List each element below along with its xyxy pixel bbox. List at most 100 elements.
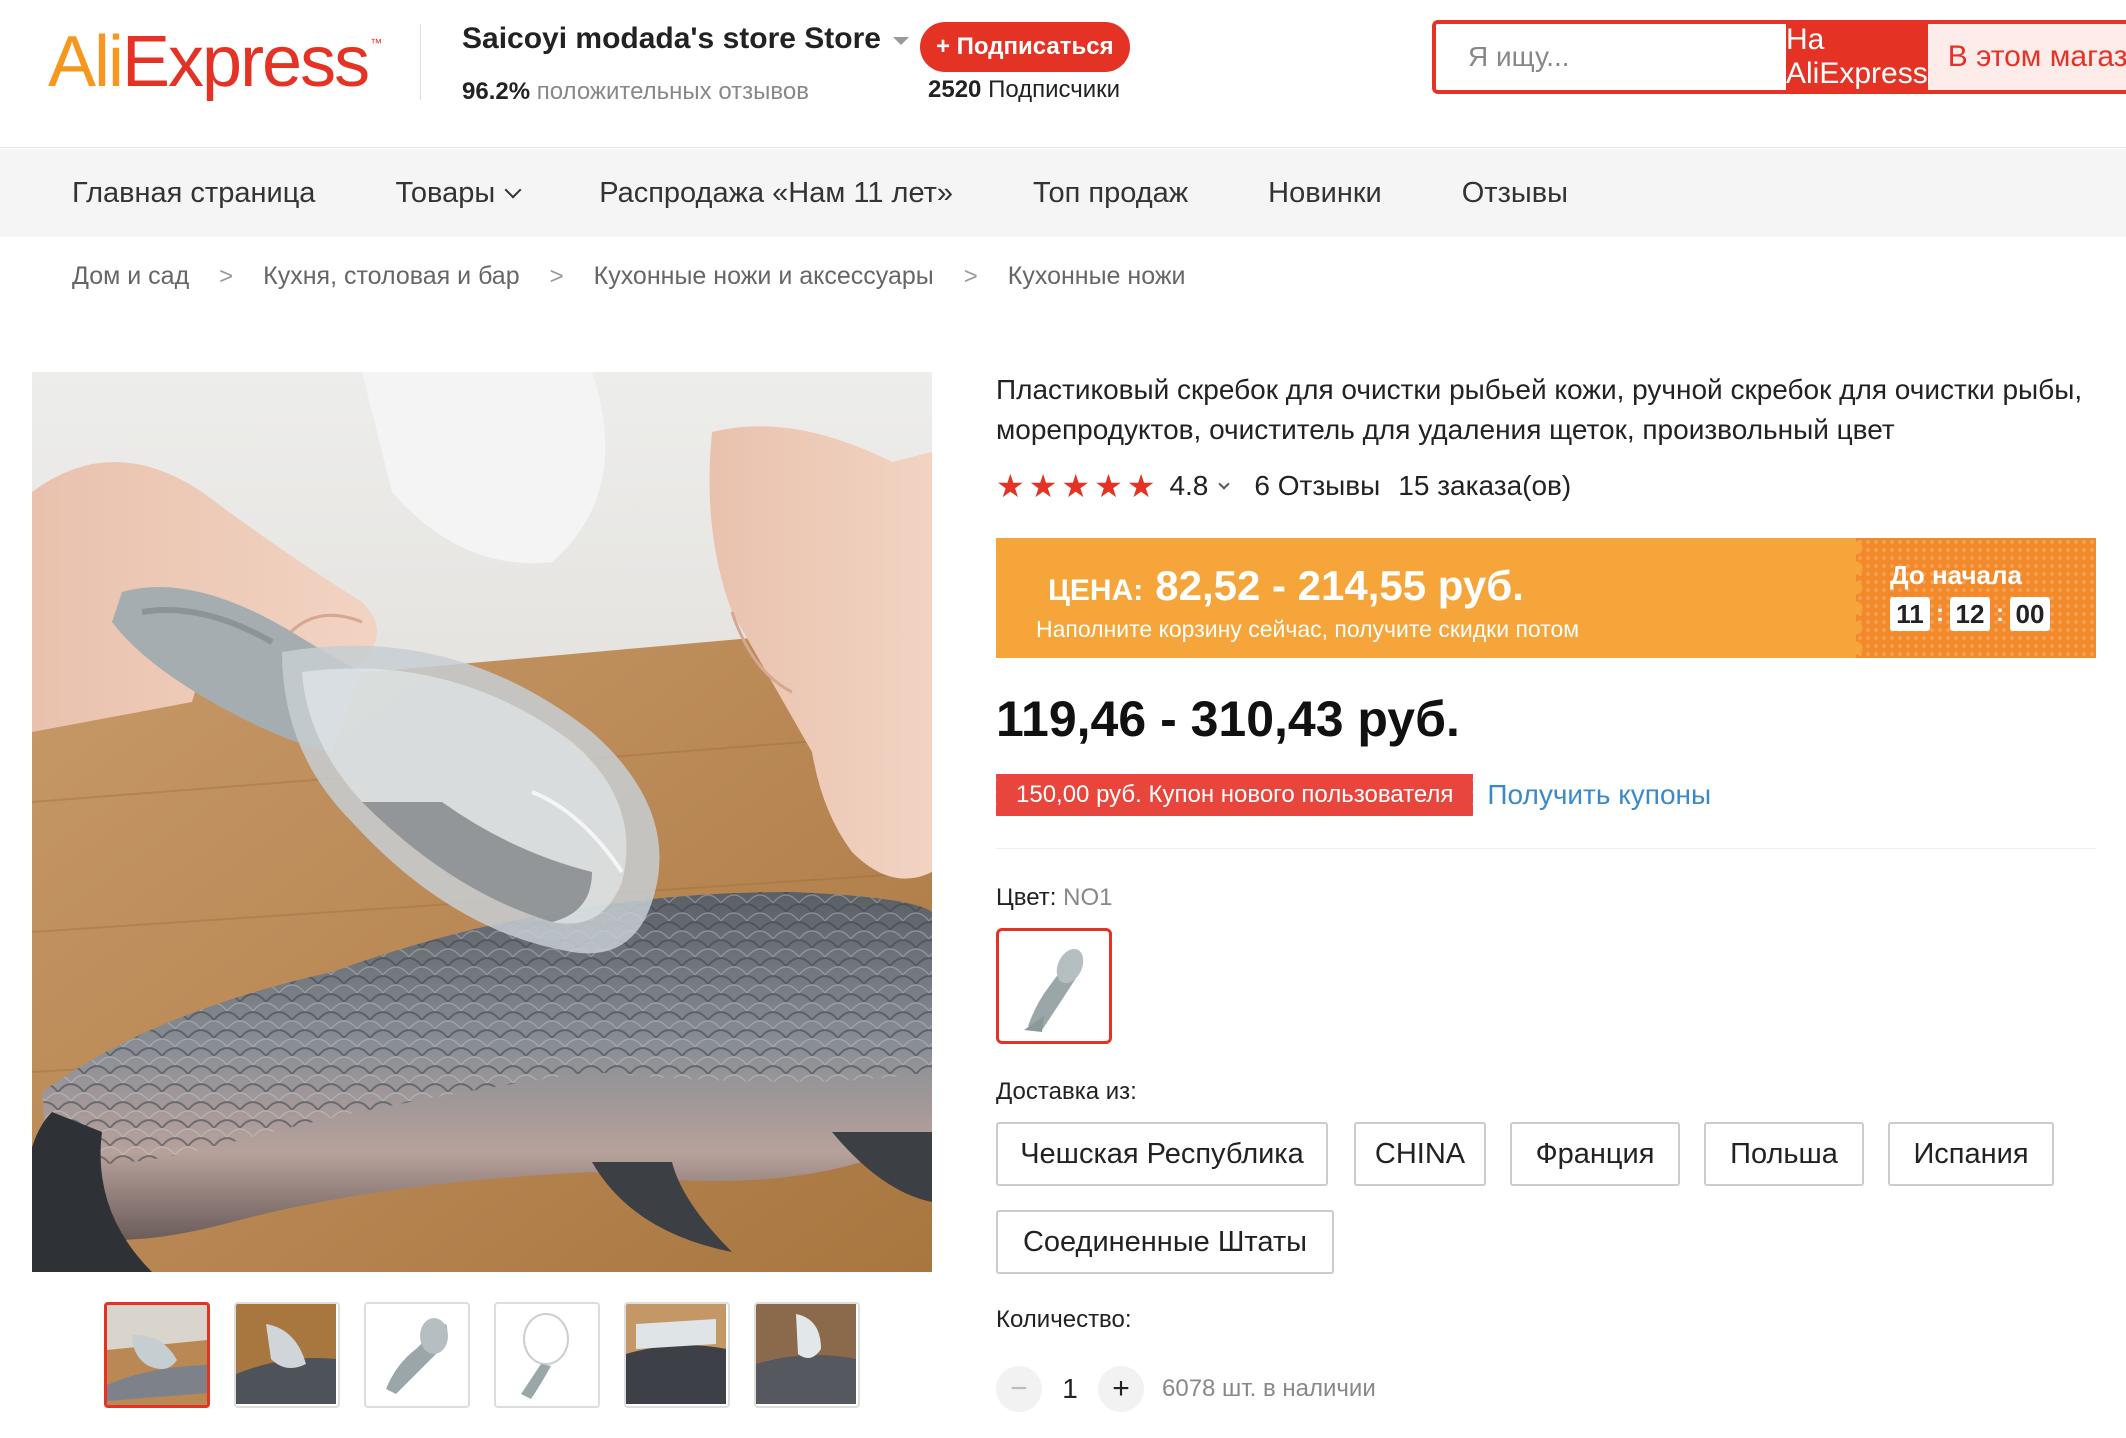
subscribers-label: Подписчики xyxy=(988,76,1121,103)
search-store-button[interactable]: В этом магазине xyxy=(1927,24,2126,90)
subscribers-number: 2520 xyxy=(928,76,982,103)
store-rating-value: 96.2% xyxy=(462,78,531,105)
header-divider xyxy=(420,24,421,100)
countdown-label: До начала xyxy=(1890,560,2022,590)
nav-products-label: Товары xyxy=(395,176,496,209)
chevron-right-icon: > xyxy=(963,262,978,290)
countdown-seconds: 00 xyxy=(2010,597,2050,631)
promo-subtitle: Наполните корзину сейчас, получите скидк… xyxy=(1036,616,1580,642)
breadcrumb-item[interactable]: Кухня, столовая и бар xyxy=(263,262,519,291)
thumbnail-1[interactable] xyxy=(104,1302,210,1408)
logo-ali: Ali xyxy=(48,22,124,102)
ship-option-france[interactable]: Франция xyxy=(1510,1122,1680,1186)
thumbnail-image xyxy=(107,1305,207,1405)
nav-top-sales[interactable]: Топ продаж xyxy=(1033,177,1188,210)
nav-home-label: Главная страница xyxy=(72,176,316,209)
ship-option-china[interactable]: CHINA xyxy=(1354,1122,1486,1186)
color-label: Цвет: xyxy=(996,884,1057,911)
quantity-increase-button[interactable]: + xyxy=(1098,1366,1144,1412)
aliexpress-logo[interactable]: AliExpress ™ xyxy=(48,22,382,102)
ship-option-czech[interactable]: Чешская Республика xyxy=(996,1122,1328,1186)
thumbnail-3[interactable] xyxy=(364,1302,470,1408)
nav-new[interactable]: Новинки xyxy=(1268,177,1382,210)
color-label-row: Цвет: NO1 xyxy=(996,884,1112,912)
rating-stars[interactable]: ★ ★ ★ ★ ★ xyxy=(996,470,1155,502)
chevron-right-icon: > xyxy=(219,262,234,290)
nav-products[interactable]: Товары xyxy=(395,176,522,210)
nav-new-label: Новинки xyxy=(1268,176,1382,209)
stock-available: 6078 шт. в наличии xyxy=(1162,1375,1376,1402)
promo-banner: ЦЕНА: 82,52 - 214,55 руб. Наполните корз… xyxy=(996,538,2096,658)
section-divider xyxy=(996,848,2096,849)
product-title: Пластиковый скребок для очистки рыбьей к… xyxy=(996,374,2083,445)
star-icon: ★ xyxy=(1126,468,1156,504)
thumbnail-4[interactable] xyxy=(494,1302,600,1408)
orders-count: 15 заказа(ов) xyxy=(1398,470,1572,501)
quantity-value[interactable]: 1 xyxy=(1042,1373,1098,1405)
thumbnail-image xyxy=(366,1304,466,1404)
promo-countdown: До начала 11 : 12 : 00 xyxy=(1856,538,2096,658)
subscribe-button[interactable]: + Подписаться xyxy=(920,22,1130,72)
logo-trademark: ™ xyxy=(370,36,383,50)
quantity-stepper: − 1 + 6078 шт. в наличии xyxy=(996,1366,1376,1412)
subscribers-count: 2520 Подписчики xyxy=(928,76,1120,104)
promo-price-block: ЦЕНА: 82,52 - 214,55 руб. Наполните корз… xyxy=(996,538,1856,658)
nav-sale[interactable]: Распродажа «Нам 11 лет» xyxy=(599,177,953,210)
countdown-separator: : xyxy=(1996,600,2004,627)
breadcrumb-item[interactable]: Кухонные ножи xyxy=(1008,262,1186,291)
breadcrumb-item[interactable]: Дом и сад xyxy=(72,262,189,291)
new-user-coupon[interactable]: 150,00 руб. Купон нового пользователя xyxy=(992,774,1477,816)
quantity-label: Количество: xyxy=(996,1306,1132,1333)
thumbnail-image xyxy=(756,1304,856,1404)
store-rating-label: положительных отзывов xyxy=(536,78,809,105)
thumbnail-strip xyxy=(104,1302,860,1408)
rating-value[interactable]: 4.8 xyxy=(1169,470,1208,502)
star-icon: ★ xyxy=(996,468,1025,504)
countdown-minutes: 12 xyxy=(1950,597,1990,631)
countdown-hours: 11 xyxy=(1890,597,1930,631)
header: AliExpress ™ Saicoyi modada's store Stor… xyxy=(0,0,2126,148)
search-box: На AliExpress В этом магазине xyxy=(1432,20,2126,94)
breadcrumb-item[interactable]: Кухонные ножи и аксессуары xyxy=(594,262,934,291)
caret-down-icon xyxy=(892,37,909,45)
chevron-right-icon: > xyxy=(549,262,564,290)
countdown-timer: 11 : 12 : 00 xyxy=(1890,597,2096,631)
store-name-text: Saicoyi modada's store Store xyxy=(462,22,881,55)
product-main-image[interactable] xyxy=(32,372,932,1272)
store-nav: Главная страница Товары Распродажа «Нам … xyxy=(0,149,2126,237)
get-coupons-link[interactable]: Получить купоны xyxy=(1487,779,1711,811)
nav-reviews[interactable]: Отзывы xyxy=(1462,177,1568,210)
ship-option-spain[interactable]: Испания xyxy=(1888,1122,2054,1186)
nav-home[interactable]: Главная страница xyxy=(72,177,315,210)
thumbnail-image xyxy=(626,1304,726,1404)
ship-option-poland[interactable]: Польша xyxy=(1704,1122,1864,1186)
star-icon: ★ xyxy=(1028,468,1058,504)
quantity-decrease-button[interactable]: − xyxy=(996,1366,1042,1412)
chevron-down-icon[interactable] xyxy=(1218,478,1231,490)
promo-label: ЦЕНА: xyxy=(1048,574,1144,607)
search-input[interactable] xyxy=(1436,24,1786,90)
star-icon: ★ xyxy=(1061,468,1091,504)
star-icon: ★ xyxy=(1094,468,1123,504)
color-option-no1[interactable] xyxy=(996,928,1112,1044)
nav-sale-label: Распродажа «Нам 11 лет» xyxy=(599,176,954,209)
promo-price: 82,52 - 214,55 руб. xyxy=(1155,562,1524,609)
thumbnail-2[interactable] xyxy=(234,1302,340,1408)
rating-row: ★ ★ ★ ★ ★ 4.8 6 Отзывы 15 заказа(ов) xyxy=(996,470,1571,502)
reviews-link[interactable]: 6 Отзывы xyxy=(1254,470,1380,502)
store-rating: 96.2% положительных отзывов xyxy=(462,78,809,106)
ship-from-label: Доставка из: xyxy=(996,1078,1137,1105)
nav-top-sales-label: Топ продаж xyxy=(1033,176,1189,209)
thumbnail-5[interactable] xyxy=(624,1302,730,1408)
product-price: 119,46 - 310,43 руб. xyxy=(996,691,1460,747)
nav-reviews-label: Отзывы xyxy=(1461,176,1568,209)
color-value: NO1 xyxy=(1063,884,1113,911)
coupon-row: 150,00 руб. Купон нового пользователя По… xyxy=(992,774,1711,816)
ship-option-usa[interactable]: Соединенные Штаты xyxy=(996,1210,1334,1274)
logo-express: Express xyxy=(122,22,370,102)
search-aliexpress-button[interactable]: На AliExpress xyxy=(1786,24,1928,90)
store-name[interactable]: Saicoyi modada's store Store xyxy=(462,22,909,56)
countdown-separator: : xyxy=(1936,600,1944,627)
fish-scaler-photo xyxy=(32,372,932,1272)
thumbnail-6[interactable] xyxy=(754,1302,860,1408)
